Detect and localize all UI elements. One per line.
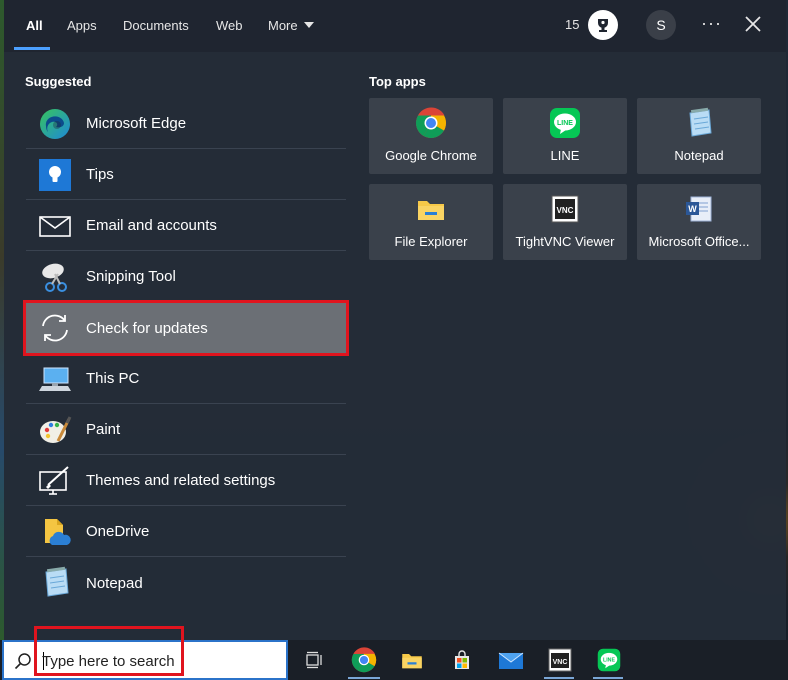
top-app-file-explorer[interactable]: File Explorer [369,184,493,260]
top-app-label: Notepad [674,148,724,163]
onedrive-icon [38,515,72,549]
tightvnc-icon: VNC [549,193,581,225]
top-app-notepad[interactable]: Notepad [637,98,761,174]
suggested-item-label: Snipping Tool [86,268,176,285]
tab-more-label: More [268,18,298,33]
themes-icon [38,464,72,498]
more-options-icon[interactable]: ··· [701,13,722,34]
suggested-item-check-for-updates[interactable]: Check for updates [23,300,349,356]
suggested-item-this-pc[interactable]: This PC [26,354,346,404]
suggested-item-snipping-tool[interactable]: Snipping Tool [26,252,346,302]
taskbar-chrome-icon[interactable] [350,646,378,674]
tab-documents[interactable]: Documents [123,17,189,35]
suggested-item-label: Tips [86,166,114,183]
notepad-icon [38,566,72,600]
search-filter-bar: All Apps Documents Web More 15 S ··· [4,0,786,52]
chevron-down-icon [303,22,314,28]
line-running-indicator [593,677,623,679]
suggested-item-label: Paint [86,421,121,438]
top-app-tightvnc-viewer[interactable]: VNC TightVNC Viewer [503,184,627,260]
edge-icon [38,107,72,141]
word-icon: W [683,193,715,225]
avatar[interactable]: S [646,10,676,40]
svg-text:LINE: LINE [603,658,615,664]
tab-apps[interactable]: Apps [67,17,97,35]
tab-web[interactable]: Web [216,17,243,35]
line-icon: LINE [549,107,581,139]
suggested-item-themes-and-related-settings[interactable]: Themes and related settings [26,456,346,506]
suggested-item-label: OneDrive [86,523,150,540]
suggested-item-onedrive[interactable]: OneDrive [26,507,346,557]
paint-icon [38,413,72,447]
svg-text:LINE: LINE [557,120,573,127]
taskbar-mail-icon[interactable] [497,646,525,674]
close-icon[interactable] [743,14,763,34]
suggested-item-label: Check for updates [86,319,208,337]
svg-text:VNC: VNC [557,206,574,215]
task-view-icon[interactable] [300,646,328,674]
rewards-points: 15 [565,17,580,32]
suggested-item-paint[interactable]: Paint [26,405,346,455]
snipping-tool-icon [38,260,72,294]
suggested-item-label: Notepad [86,574,143,592]
top-app-label: LINE [550,148,580,163]
taskbar-line-icon[interactable]: LINE [595,646,623,674]
chrome-running-indicator [348,677,380,679]
notepad-icon [683,107,715,139]
mail-icon [38,209,72,243]
suggested-item-notepad[interactable]: Notepad [26,558,346,608]
taskbar-file-explorer-icon[interactable] [398,646,426,674]
file-explorer-icon [415,193,447,225]
suggested-item-label: This PC [86,370,140,387]
vnc-badge-text: VNC [553,659,568,666]
suggested-item-label: Email and accounts [86,217,217,234]
top-app-line[interactable]: LINE LINE [503,98,627,174]
computer-icon [38,362,72,396]
suggested-item-microsoft-edge[interactable]: Microsoft Edge [26,99,346,149]
search-input[interactable] [42,650,272,672]
search-icon [14,652,32,670]
top-app-google-chrome[interactable]: Google Chrome [369,98,493,174]
top-app-microsoft-office[interactable]: W Microsoft Office... [637,184,761,260]
taskbar-store-icon[interactable] [448,646,476,674]
tab-all[interactable]: All [26,17,43,35]
top-app-label: Microsoft Office... [648,234,750,249]
rewards-trophy-icon[interactable] [588,10,618,40]
top-apps-heading: Top apps [369,74,426,89]
top-app-label: File Explorer [394,234,468,249]
active-tab-indicator [14,47,50,50]
chrome-icon [415,107,447,139]
sync-icon [38,311,72,345]
suggested-heading: Suggested [25,74,92,89]
taskbar-tightvnc-icon[interactable]: VNC [546,646,574,674]
svg-text:W: W [688,204,697,214]
taskbar-search-box[interactable] [2,640,288,680]
tab-more[interactable]: More [268,17,314,35]
suggested-item-email-and-accounts[interactable]: Email and accounts [26,201,346,251]
suggested-item-tips[interactable]: Tips [26,150,346,200]
top-app-label: TightVNC Viewer [515,234,615,249]
top-app-label: Google Chrome [385,148,477,163]
suggested-item-label: Themes and related settings [86,472,276,489]
taskbar: VNC LINE [0,640,788,680]
tips-icon [38,158,72,192]
start-search-panel: All Apps Documents Web More 15 S ··· Sug… [4,0,786,640]
tightvnc-running-indicator [544,677,574,679]
suggested-item-label: Microsoft Edge [86,115,187,132]
